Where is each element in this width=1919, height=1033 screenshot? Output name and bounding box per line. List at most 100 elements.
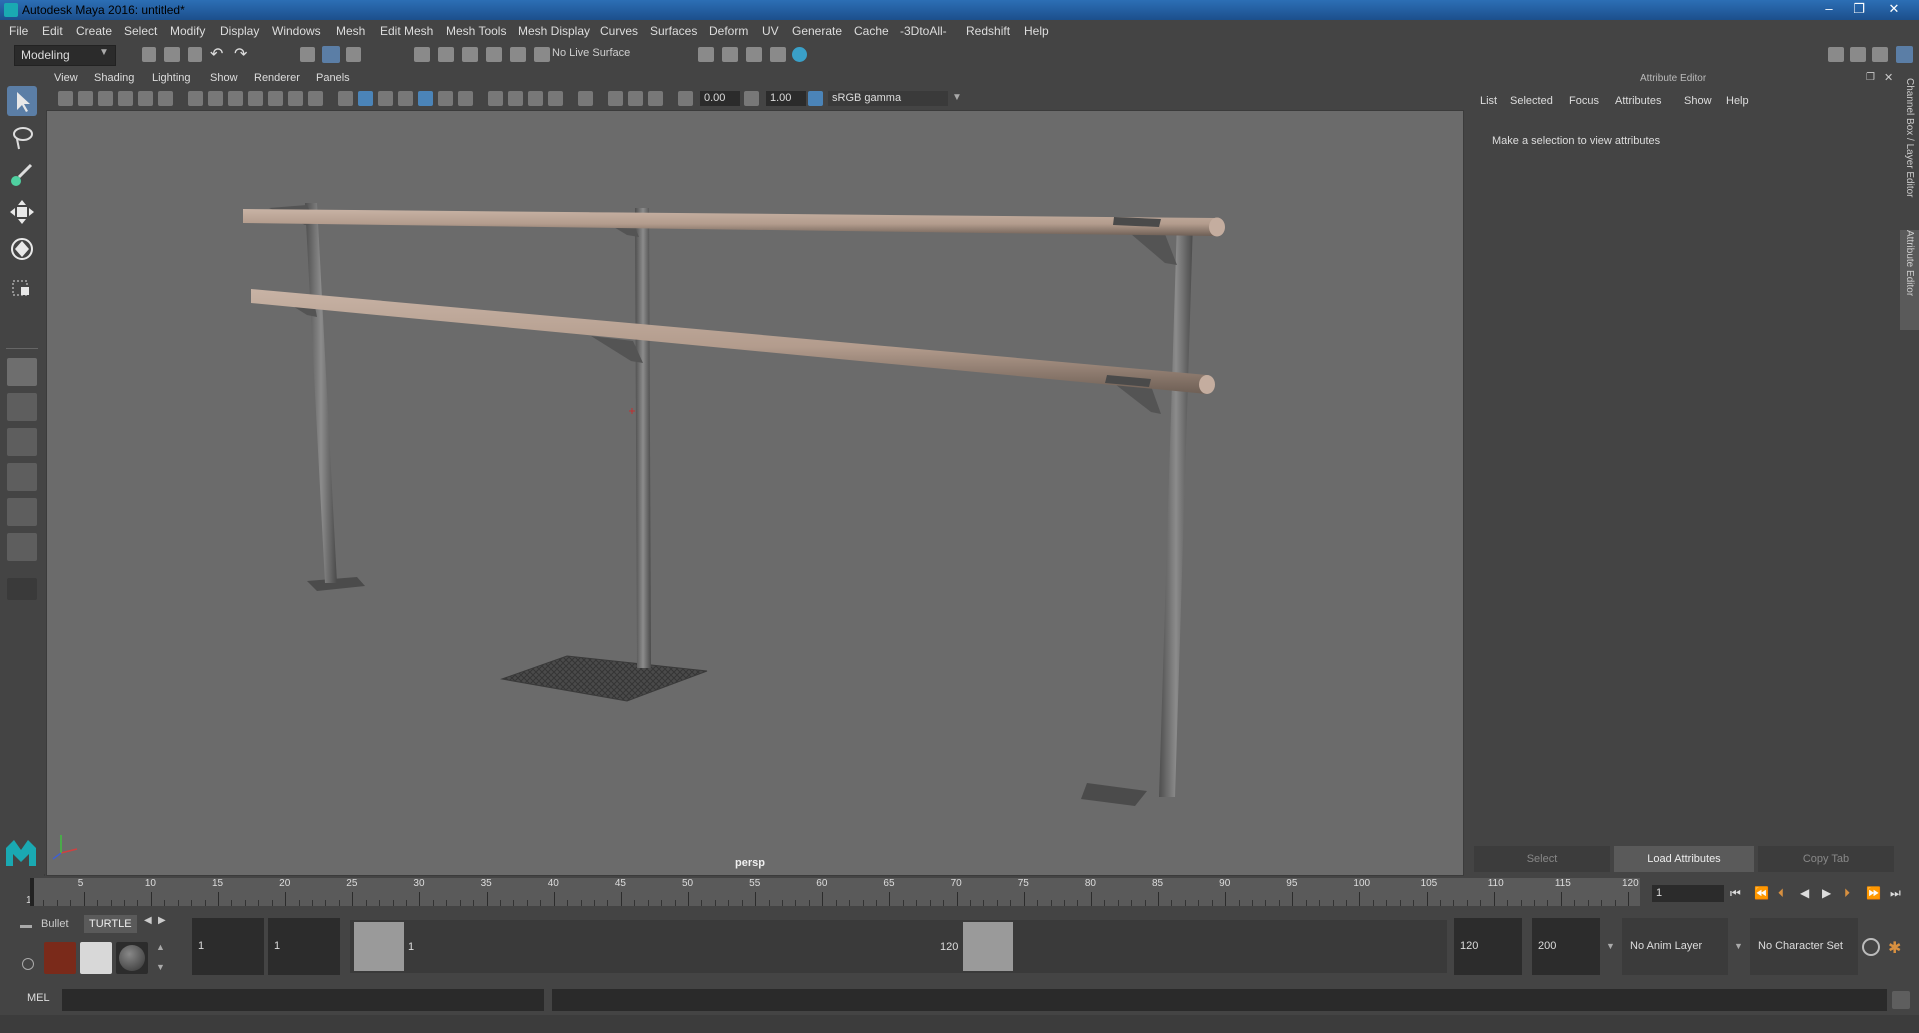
attr-menu-help[interactable]: Help <box>1726 95 1749 107</box>
shelf-scroll-right-icon[interactable]: ▶ <box>158 915 166 926</box>
film-gate-icon[interactable] <box>208 91 223 106</box>
playback-end-field[interactable]: 120 <box>1454 918 1522 975</box>
save-scene-icon[interactable] <box>188 47 202 62</box>
mode-dropdown[interactable]: Modeling ▼ <box>14 45 116 66</box>
smooth-shade-icon[interactable] <box>358 91 373 106</box>
open-scene-icon[interactable] <box>164 47 180 62</box>
channel-box-toggle-icon[interactable] <box>1896 46 1913 63</box>
live-surface-label[interactable]: No Live Surface <box>552 47 630 59</box>
step-back-icon[interactable]: ⏪ <box>1754 886 1769 900</box>
menu-file[interactable]: File <box>9 24 28 38</box>
two-pane-stacked-layout-icon[interactable] <box>7 463 37 491</box>
auto-key-icon[interactable] <box>1862 938 1880 956</box>
ipr-render-icon[interactable] <box>746 47 762 62</box>
chevron-down-icon[interactable]: ▼ <box>952 92 962 103</box>
turtle-render-icon[interactable] <box>44 942 76 974</box>
menu-cache[interactable]: Cache <box>854 24 889 38</box>
graph-layout-icon[interactable] <box>7 533 37 561</box>
menu-generate[interactable]: Generate <box>792 24 842 38</box>
shelf-tab-bullet[interactable]: Bullet <box>36 915 74 933</box>
select-tool-button[interactable] <box>7 86 37 116</box>
end-time-field[interactable]: 200 <box>1532 918 1600 975</box>
menu-deform[interactable]: Deform <box>709 24 748 38</box>
render-settings-icon[interactable] <box>698 47 714 62</box>
step-forward-key-icon[interactable]: ⏵ <box>1844 886 1850 901</box>
menu-surfaces[interactable]: Surfaces <box>650 24 697 38</box>
field-chart-icon[interactable] <box>268 91 283 106</box>
snap-grid-icon[interactable] <box>414 47 430 62</box>
anim-layer-dropdown[interactable]: No Anim Layer <box>1622 918 1728 975</box>
two-d-pan-zoom-icon[interactable] <box>138 91 153 106</box>
character-set-dropdown[interactable]: No Character Set <box>1750 918 1858 975</box>
safe-title-icon[interactable] <box>308 91 323 106</box>
exposure-icon[interactable] <box>678 91 693 106</box>
shelf-settings-icon[interactable] <box>22 958 34 970</box>
viewport-menu-lighting[interactable]: Lighting <box>152 72 191 84</box>
viewport-menu-panels[interactable]: Panels <box>316 72 350 84</box>
menu-edit[interactable]: Edit <box>42 24 63 38</box>
render-frame-icon[interactable] <box>722 47 738 62</box>
safe-action-icon[interactable] <box>288 91 303 106</box>
screen-space-ao-icon[interactable] <box>488 91 503 106</box>
magnet-icon[interactable] <box>534 47 550 62</box>
shadows-icon[interactable] <box>458 91 473 106</box>
image-plane-icon[interactable] <box>118 91 133 106</box>
gamma-field[interactable]: 1.00 <box>766 91 806 106</box>
menu-select[interactable]: Select <box>124 24 157 38</box>
outliner-layout-icon[interactable] <box>7 498 37 526</box>
menu-mesh[interactable]: Mesh <box>336 24 365 38</box>
shelf-scroll-left-icon[interactable]: ◀ <box>144 915 152 926</box>
camera-attributes-icon[interactable] <box>78 91 93 106</box>
color-management-icon[interactable] <box>808 91 823 106</box>
minimize-button[interactable]: – <box>1815 1 1843 17</box>
script-editor-icon[interactable] <box>1892 991 1910 1009</box>
two-pane-side-layout-icon[interactable] <box>7 428 37 456</box>
attr-menu-show[interactable]: Show <box>1684 95 1712 107</box>
depth-of-field-icon[interactable] <box>548 91 563 106</box>
redo-icon[interactable]: ↷ <box>234 44 247 64</box>
menu-help[interactable]: Help <box>1024 24 1049 38</box>
wireframe-icon[interactable] <box>338 91 353 106</box>
menu-display[interactable]: Display <box>220 24 259 38</box>
viewport-menu-show[interactable]: Show <box>210 72 238 84</box>
modeling-toolkit-icon[interactable] <box>1828 47 1844 62</box>
range-end-handle[interactable] <box>963 922 1013 971</box>
tool-settings-icon[interactable] <box>1872 47 1888 62</box>
grease-pencil-icon[interactable] <box>158 91 173 106</box>
command-input[interactable] <box>62 989 544 1011</box>
bookmark-icon[interactable] <box>98 91 113 106</box>
attr-menu-focus[interactable]: Focus <box>1569 95 1599 107</box>
menu-create[interactable]: Create <box>76 24 112 38</box>
turtle-sphere-icon[interactable] <box>116 942 148 974</box>
script-language-label[interactable]: MEL <box>27 992 50 1004</box>
attr-menu-attributes[interactable]: Attributes <box>1615 95 1661 107</box>
start-time-field[interactable]: 1 <box>192 918 264 975</box>
3d-viewport[interactable]: persp <box>46 110 1464 876</box>
custom-layout-icon[interactable] <box>7 578 37 600</box>
paint-select-tool-button[interactable] <box>7 160 37 190</box>
motion-blur-icon[interactable] <box>508 91 523 106</box>
xray-active-icon[interactable] <box>628 91 643 106</box>
menu-modify[interactable]: Modify <box>170 24 205 38</box>
four-pane-layout-icon[interactable] <box>7 393 37 421</box>
camera-select-icon[interactable] <box>58 91 73 106</box>
animation-prefs-icon[interactable]: ✱ <box>1888 938 1908 957</box>
viewport-menu-renderer[interactable]: Renderer <box>254 72 300 84</box>
chevron-down-icon[interactable]: ▼ <box>1606 941 1615 951</box>
select-button[interactable]: Select <box>1474 846 1610 872</box>
single-pane-layout-icon[interactable] <box>7 358 37 386</box>
menu-curves[interactable]: Curves <box>600 24 638 38</box>
attr-menu-selected[interactable]: Selected <box>1510 95 1553 107</box>
move-tool-button[interactable] <box>7 197 37 227</box>
go-to-end-icon[interactable]: ⏭ <box>1890 886 1901 901</box>
float-panel-icon[interactable]: ❐ <box>1866 72 1875 83</box>
tab-channel-box-layer-editor[interactable]: Channel Box / Layer Editor <box>1900 78 1919 224</box>
turtle-baking-icon[interactable] <box>80 942 112 974</box>
default-material-icon[interactable] <box>378 91 393 106</box>
multisample-aa-icon[interactable] <box>528 91 543 106</box>
copy-tab-button[interactable]: Copy Tab <box>1758 846 1894 872</box>
select-object-icon[interactable] <box>322 46 340 63</box>
shelf-scroll-down-icon[interactable]: ▼ <box>156 962 165 972</box>
xray-icon[interactable] <box>608 91 623 106</box>
current-frame-field[interactable]: 1 <box>1652 885 1724 902</box>
